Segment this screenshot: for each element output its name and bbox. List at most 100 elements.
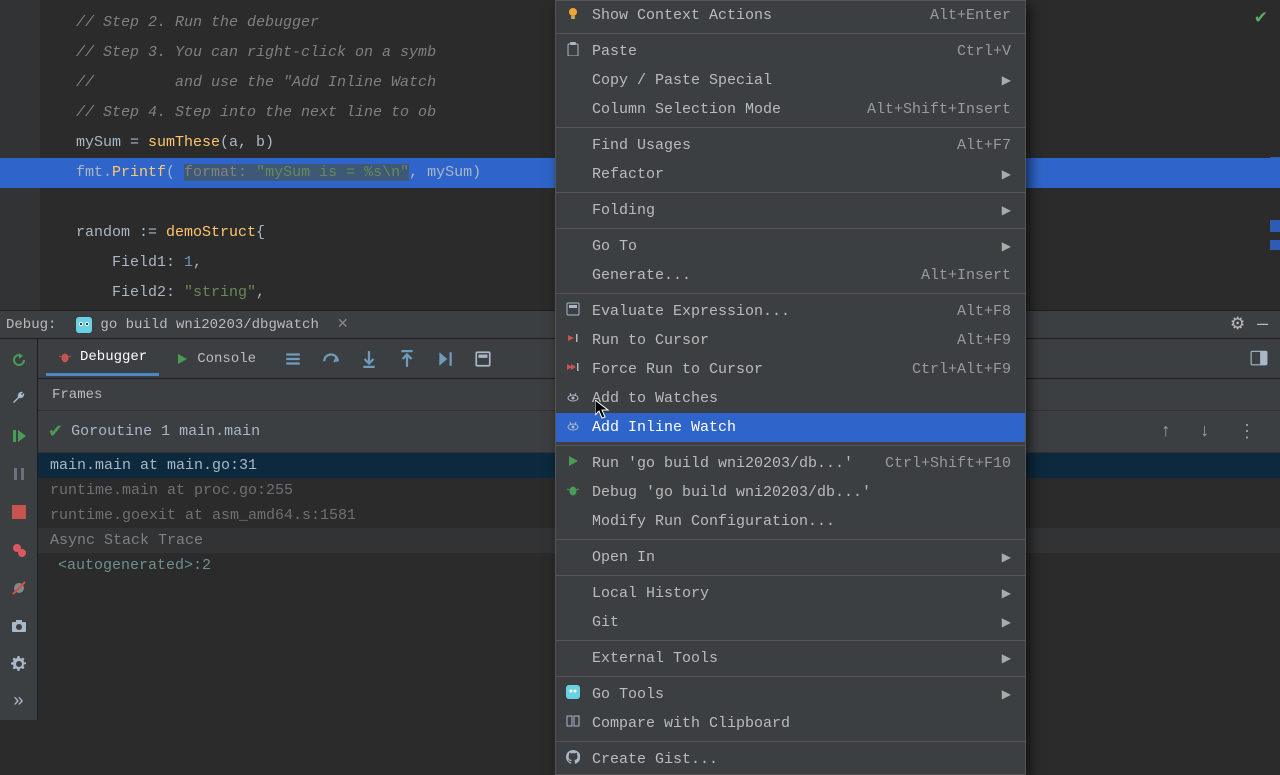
- menu-item-shortcut: Ctrl+V: [957, 43, 1011, 60]
- menu-item-local-history[interactable]: Local History▶: [556, 579, 1025, 608]
- frame-up-icon[interactable]: ↑: [1160, 422, 1171, 442]
- compare-icon: [564, 714, 582, 733]
- menu-item-open-in[interactable]: Open In ▶: [556, 543, 1025, 572]
- menu-separator: [556, 539, 1025, 540]
- editor-context-menu[interactable]: Show Context ActionsAlt+Enter PasteCtrl+V…: [555, 0, 1026, 775]
- check-icon: ✔: [48, 421, 63, 443]
- menu-separator: [556, 127, 1025, 128]
- menu-item-shortcut: Alt+F9: [957, 332, 1011, 349]
- menu-separator: [556, 640, 1025, 641]
- debug-sidebar: »: [0, 339, 38, 720]
- menu-separator: [556, 575, 1025, 576]
- chevron-right-icon: ▶: [1002, 550, 1011, 565]
- menu-item-create-gist[interactable]: Create Gist...: [556, 745, 1025, 774]
- menu-item-go-tools[interactable]: Go Tools▶: [556, 680, 1025, 709]
- menu-item-go-to[interactable]: Go To▶: [556, 232, 1025, 261]
- run-configuration[interactable]: go build wni20203/dbgwatch ✕: [70, 314, 354, 335]
- stop-icon[interactable]: [10, 503, 28, 521]
- menu-item-git[interactable]: Git ▶: [556, 608, 1025, 637]
- chevron-right-icon: ▶: [1002, 239, 1011, 254]
- gear-icon[interactable]: ⚙: [1230, 314, 1245, 335]
- menu-item-shortcut: Alt+Insert: [921, 267, 1011, 284]
- layout-icon[interactable]: [1250, 349, 1268, 367]
- step-over-icon[interactable]: [322, 350, 340, 368]
- step-into-icon[interactable]: [360, 350, 378, 368]
- watch-icon: [564, 389, 582, 408]
- tab-console[interactable]: Console: [163, 343, 268, 375]
- menu-item-label: Modify Run Configuration...: [592, 513, 1011, 530]
- menu-item-run-to-cursor[interactable]: Run to CursorAlt+F9: [556, 326, 1025, 355]
- chevron-right-icon: ▶: [1002, 687, 1011, 702]
- menu-item-run-go-build-wni20203-db[interactable]: Run 'go build wni20203/db...'Ctrl+Shift+…: [556, 449, 1025, 478]
- menu-item-label: Find Usages: [592, 137, 947, 154]
- code-comment: // Step 3. You can right-click on a symb: [40, 44, 436, 61]
- menu-item-column-selection-mode[interactable]: Column Selection ModeAlt+Shift+Insert: [556, 95, 1025, 124]
- step-out-icon[interactable]: [398, 350, 416, 368]
- menu-separator: [556, 293, 1025, 294]
- run-icon: [564, 454, 582, 473]
- menu-item-paste[interactable]: PasteCtrl+V: [556, 37, 1025, 66]
- menu-separator: [556, 676, 1025, 677]
- menu-item-generate[interactable]: Generate...Alt+Insert: [556, 261, 1025, 290]
- more-icon[interactable]: »: [10, 693, 28, 711]
- menu-item-show-context-actions[interactable]: Show Context ActionsAlt+Enter: [556, 1, 1025, 30]
- menu-item-label: Compare with Clipboard: [592, 715, 1011, 732]
- menu-item-shortcut: Ctrl+Shift+F10: [885, 455, 1011, 472]
- menu-separator: [556, 192, 1025, 193]
- frame-down-icon[interactable]: ↓: [1199, 422, 1210, 442]
- resume-icon[interactable]: [10, 427, 28, 445]
- menu-item-label: Open In: [592, 549, 992, 566]
- gopher-icon: [76, 317, 92, 333]
- menu-item-force-run-to-cursor[interactable]: Force Run to CursorCtrl+Alt+F9: [556, 355, 1025, 384]
- github-icon: [564, 750, 582, 769]
- frunto-icon: [564, 360, 582, 379]
- chevron-right-icon: ▶: [1002, 73, 1011, 88]
- menu-item-compare-with-clipboard[interactable]: Compare with Clipboard: [556, 709, 1025, 738]
- code-comment: // Step 2. Run the debugger: [40, 14, 319, 31]
- runto-icon: [564, 331, 582, 350]
- mute-breakpoints-icon[interactable]: [10, 579, 28, 597]
- menu-item-add-to-watches[interactable]: Add to Watches: [556, 384, 1025, 413]
- rerun-icon[interactable]: [10, 351, 28, 369]
- close-icon[interactable]: ✕: [337, 316, 349, 333]
- menu-item-modify-run-configuration[interactable]: Modify Run Configuration...: [556, 507, 1025, 536]
- evaluate-icon[interactable]: [474, 350, 492, 368]
- menu-item-copy-paste-special[interactable]: Copy / Paste Special▶: [556, 66, 1025, 95]
- settings-icon[interactable]: [10, 655, 28, 673]
- menu-item-label: Add to Watches: [592, 390, 1011, 407]
- run-to-cursor-icon[interactable]: [436, 350, 454, 368]
- show-exec-point-icon[interactable]: [284, 350, 302, 368]
- frame-menu-icon[interactable]: ⋮: [1238, 421, 1256, 443]
- minimize-icon[interactable]: —: [1257, 315, 1268, 335]
- menu-item-label: Git: [592, 614, 992, 631]
- frames-label: Frames: [52, 387, 102, 403]
- play-icon: [175, 352, 189, 366]
- menu-separator: [556, 741, 1025, 742]
- code-comment: // and use the "Add Inline Watch: [40, 74, 436, 91]
- menu-item-debug-go-build-wni20203-db[interactable]: Debug 'go build wni20203/db...': [556, 478, 1025, 507]
- menu-item-shortcut: Alt+Shift+Insert: [867, 101, 1011, 118]
- wrench-icon[interactable]: [10, 389, 28, 407]
- pause-icon[interactable]: [10, 465, 28, 483]
- chevron-right-icon: ▶: [1002, 203, 1011, 218]
- tab-debugger[interactable]: Debugger: [46, 341, 159, 376]
- menu-item-label: Local History: [592, 585, 992, 602]
- menu-item-label: Debug 'go build wni20203/db...': [592, 484, 1011, 501]
- camera-icon[interactable]: [10, 617, 28, 635]
- view-breakpoints-icon[interactable]: [10, 541, 28, 559]
- menu-item-label: Folding: [592, 202, 992, 219]
- chevron-right-icon: ▶: [1002, 651, 1011, 666]
- watch-icon: [564, 418, 582, 437]
- menu-item-shortcut: Ctrl+Alt+F9: [912, 361, 1011, 378]
- menu-separator: [556, 445, 1025, 446]
- menu-item-add-inline-watch[interactable]: Add Inline Watch: [556, 413, 1025, 442]
- menu-item-folding[interactable]: Folding ▶: [556, 196, 1025, 225]
- chevron-right-icon: ▶: [1002, 615, 1011, 630]
- menu-item-external-tools[interactable]: External Tools▶: [556, 644, 1025, 673]
- menu-item-label: Evaluate Expression...: [592, 303, 947, 320]
- menu-item-evaluate-expression[interactable]: Evaluate Expression...Alt+F8: [556, 297, 1025, 326]
- menu-item-label: Refactor: [592, 166, 992, 183]
- menu-item-find-usages[interactable]: Find UsagesAlt+F7: [556, 131, 1025, 160]
- goroutine-name: Goroutine 1 main.main: [71, 423, 260, 440]
- menu-item-refactor[interactable]: Refactor▶: [556, 160, 1025, 189]
